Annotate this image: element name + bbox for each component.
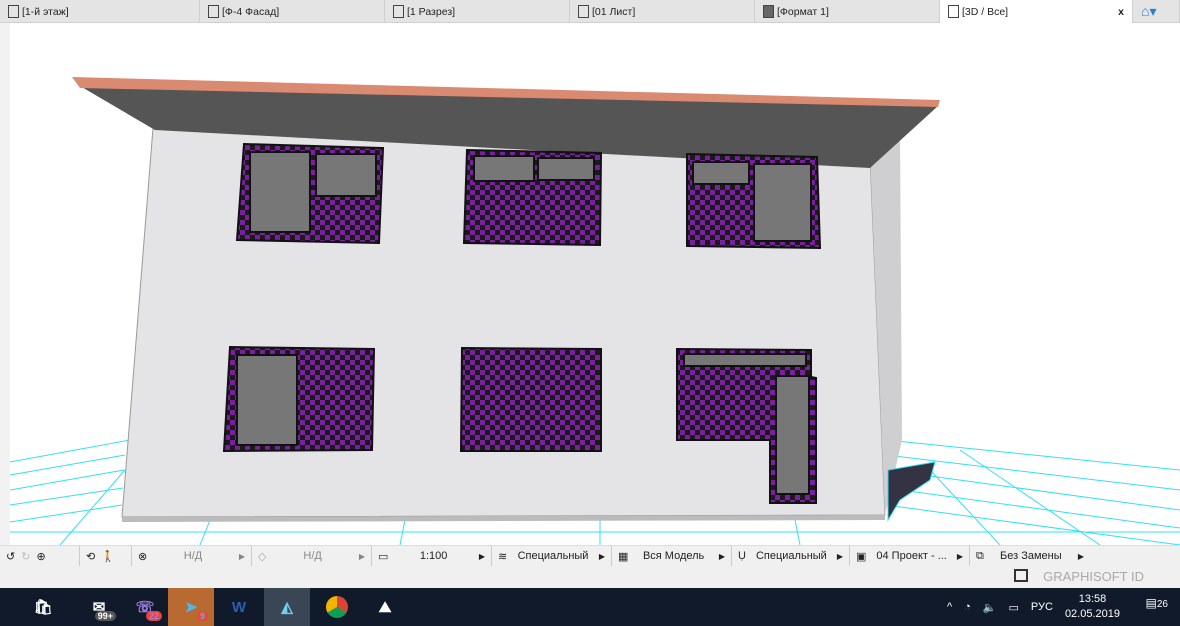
graphisoft-id-button[interactable]: GRAPHISOFT ID [1043,569,1144,584]
3d-model-view [9,77,1180,546]
archicad-app[interactable]: ◭ [264,588,310,626]
walk-icon[interactable]: 🚶 [101,550,115,563]
telegram-app[interactable]: ➤ 9 [168,588,214,626]
rotate-icon: ◇ [258,550,267,563]
tab-master[interactable]: [Формат 1] [755,0,940,23]
tab-facade[interactable]: [Ф-4 Фасад] [200,0,385,23]
view-tabs: [1-й этаж] [Ф-4 Фасад] [1 Разрез] [01 Ли… [0,0,1180,23]
3d-viewport[interactable] [9,23,1180,546]
rotation-control[interactable]: ◇ Н/Д ▶ [252,545,372,567]
layers-icon: ≋ [498,550,508,563]
telegram-icon: ➤ [184,599,198,616]
word-app[interactable]: W [216,588,262,626]
floor-plan-icon [8,5,19,18]
photos-app[interactable]: ⛰ [362,588,408,626]
system-tray: ^ ◔ 🔈 ▭ РУС 13:58 02.05.2019 [947,588,1120,626]
layout-icon [578,5,589,18]
ruler-icon: ▭ [378,550,389,563]
tab-floor-plan[interactable]: [1-й этаж] [0,0,200,23]
left-scroll-strip [0,23,10,545]
wifi-icon[interactable]: ◔ [964,601,971,613]
pen-icon: Ụ [738,550,746,562]
master-icon [763,5,774,18]
override-icon: ⧉ [976,549,984,562]
word-icon: W [231,598,247,616]
view-toolbar: ↺ ↻ ⊕ ⟲ 🚶 ⊗ Н/Д ▶ ◇ Н/Д ▶ ▭ 1:100 ▶ ≋ Специальный ▶… [0,545,1180,567]
notification-icon: ▤ [1145,596,1157,610]
tab-3d[interactable]: [3D / Все] x [940,0,1133,23]
close-tab-button[interactable]: x [1118,6,1124,18]
photos-icon: ⛰ [378,598,392,616]
view-navigator-button[interactable]: ⌂▾ [1133,0,1180,23]
graphic-override-control[interactable]: ⧉ Без Замены ▶ [970,546,1090,567]
elevation-icon [208,5,219,18]
language-indicator[interactable]: РУС [1031,601,1053,613]
stairs [887,461,936,522]
volume-icon[interactable]: 🔈 [983,601,997,614]
tab-layout[interactable]: [01 Лист] [570,0,755,23]
zoom-icon: ⊗ [138,550,148,563]
status-bar: GRAPHISOFT ID [0,566,1180,588]
structure-icon: ▦ [618,550,629,563]
mail-app[interactable]: ✉ 99+ [76,588,122,626]
house-icon: ⌂▾ [1141,3,1157,19]
model-view-icon: ▣ [856,550,867,563]
archicad-icon: ◭ [281,599,293,616]
orbit-icon[interactable]: ⟲ [86,550,95,563]
navigation-tools: ↺ ↻ ⊕ [0,545,80,567]
chrome-icon [326,596,348,618]
zoom-previous-icon[interactable]: ↺ [6,550,15,563]
scale-control[interactable]: ▭ 1:100 ▶ [372,545,492,567]
clock[interactable]: 13:58 02.05.2019 [1065,592,1120,622]
structure-display-control[interactable]: ▦ Вся Модель ▶ [612,545,732,567]
zoom-next-icon[interactable]: ↻ [21,550,30,563]
zoom-control[interactable]: ⊗ Н/Д ▶ [132,545,252,567]
3d-icon [948,5,959,18]
window-icon[interactable] [1014,569,1028,582]
section-icon [393,5,404,18]
pen-set-control[interactable]: Ụ Специальный ▶ [732,545,850,567]
viber-app[interactable]: ☏ 22 [122,588,168,626]
store-icon[interactable]: 🛍 [20,588,66,626]
battery-icon[interactable]: ▭ [1009,601,1019,614]
orbit-tools: ⟲ 🚶 [80,545,132,567]
zoom-in-icon[interactable]: ⊕ [36,550,45,563]
model-view-control[interactable]: ▣ 04 Проект - ... ▶ [850,545,970,567]
chevron-up-icon[interactable]: ^ [947,601,952,613]
taskbar: 🛍 ✉ 99+ ☏ 22 ➤ 9 W ◭ ⛰ ^ ◔ 🔈 ▭ РУС 13:58 02.… [0,588,1180,626]
chrome-app[interactable] [314,588,360,626]
tab-section[interactable]: [1 Разрез] [385,0,570,23]
notifications-button[interactable]: ▤26 [1146,596,1168,610]
layer-combination-control[interactable]: ≋ Специальный ▶ [492,545,612,567]
